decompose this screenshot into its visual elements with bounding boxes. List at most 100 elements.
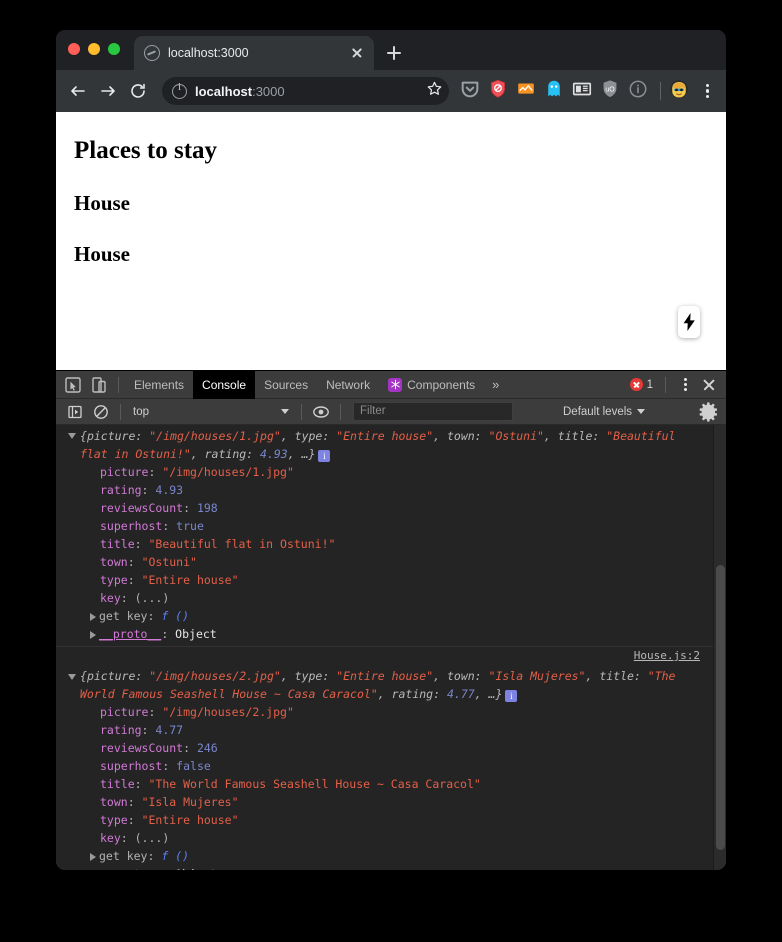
devtools-tab-elements[interactable]: Elements (125, 371, 193, 399)
info-circle-icon[interactable] (172, 82, 187, 99)
console-property-row: title: "The World Famous Seashell House … (100, 777, 481, 791)
console-entry[interactable]: {picture: "/img/houses/1.jpg", type: "En… (56, 425, 726, 647)
inspect-element-icon[interactable] (60, 372, 86, 398)
devtools-tab-label: Components (407, 377, 476, 392)
expand-triangle-icon[interactable] (90, 853, 96, 861)
profile-avatar-icon[interactable] (668, 78, 694, 104)
console-proto-row[interactable]: __proto__: Object (56, 865, 726, 870)
window-traffic-lights (68, 30, 120, 70)
kebab-menu-icon[interactable] (674, 372, 696, 398)
console-getter-row[interactable]: get key: f () (56, 607, 726, 625)
gear-icon[interactable] (698, 401, 720, 423)
console-property-row: superhost: false (100, 759, 211, 773)
browser-tab-localhost[interactable]: localhost:3000 (134, 36, 374, 70)
info-badge-icon[interactable]: i (318, 450, 331, 462)
devtools-tab-label: Network (326, 377, 371, 392)
console-getter-row[interactable]: get key: f () (56, 847, 726, 865)
console-property-row: key: (...) (100, 591, 170, 605)
reload-icon[interactable] (124, 77, 152, 105)
console-output[interactable]: {picture: "/img/houses/1.jpg", type: "En… (56, 425, 726, 870)
ublock-origin-icon[interactable]: uO (599, 78, 625, 104)
url-host: localhost (195, 83, 253, 99)
console-property-row: key: (...) (100, 831, 170, 845)
console-property-row: town: "Ostuni" (100, 555, 197, 569)
toolbar-divider (340, 403, 341, 420)
console-scrollbar-thumb[interactable] (716, 565, 725, 850)
expand-triangle-icon[interactable] (68, 433, 76, 439)
console-property-row: town: "Isla Mujeres" (100, 795, 239, 809)
device-toolbar-icon[interactable] (86, 372, 112, 398)
address-bar-url: localhost:3000 (195, 84, 285, 99)
error-count: 1 (646, 378, 653, 391)
console-source-link[interactable]: House.js:2 (634, 649, 700, 662)
arrow-left-icon[interactable] (64, 77, 92, 105)
reader-card-icon[interactable] (571, 78, 597, 104)
console-object-preview: {picture: "/img/houses/1.jpg", type: "En… (80, 429, 676, 462)
page-viewport: Places to stay House House (56, 112, 726, 370)
error-count-badge[interactable]: 1 (626, 378, 657, 391)
address-bar[interactable]: localhost:3000 (162, 77, 449, 105)
pocket-icon[interactable] (459, 78, 485, 104)
svg-text:uO: uO (605, 86, 615, 93)
devtools-tab-sources[interactable]: Sources (255, 371, 317, 399)
toolbar-divider (665, 376, 666, 393)
console-sidebar-icon[interactable] (62, 399, 88, 425)
console-property-row: superhost: true (100, 519, 204, 533)
plus-icon[interactable] (380, 39, 408, 67)
console-property-row: reviewsCount: 198 (100, 501, 218, 515)
toolbar-divider (118, 376, 119, 393)
minimize-window-button[interactable] (88, 43, 100, 55)
devtools-tab-components[interactable]: Components (379, 371, 484, 399)
house-heading-2: House (74, 242, 131, 266)
devtools-tab-bar: Elements Console Sources Network Compone… (56, 370, 726, 399)
expand-triangle-icon[interactable] (90, 631, 96, 639)
console-filter-input[interactable]: Filter (353, 402, 513, 421)
console-context-value: top (133, 405, 149, 418)
error-circle-icon (629, 378, 643, 391)
lightning-bolt-icon[interactable] (678, 306, 700, 338)
expand-triangle-icon[interactable] (90, 613, 96, 621)
globe-icon (144, 45, 160, 61)
console-log-levels-value: Default levels (563, 405, 633, 418)
close-icon[interactable] (348, 44, 366, 62)
console-property-row: title: "Beautiful flat in Ostuni!" (100, 537, 336, 551)
browser-toolbar: localhost:3000 uO (56, 70, 726, 112)
close-window-button[interactable] (68, 43, 80, 55)
info-badge-icon[interactable]: i (505, 690, 518, 702)
shield-blocker-icon[interactable] (487, 78, 513, 104)
console-context-select[interactable]: top (127, 406, 295, 418)
info-extension-icon[interactable] (627, 78, 653, 104)
expand-triangle-icon[interactable] (68, 674, 76, 680)
console-property-row: picture: "/img/houses/2.jpg" (100, 705, 294, 719)
chart-extension-icon[interactable] (515, 78, 541, 104)
browser-tab-title: localhost:3000 (168, 46, 249, 60)
console-proto-row[interactable]: __proto__: Object (56, 625, 726, 643)
devtools-tab-label: Console (202, 377, 247, 392)
kebab-menu-icon[interactable] (696, 78, 718, 104)
close-icon[interactable] (698, 374, 720, 396)
star-icon[interactable] (426, 80, 443, 102)
toolbar-divider (660, 82, 661, 100)
chevron-double-right-icon[interactable]: » (484, 377, 507, 392)
maximize-window-button[interactable] (108, 43, 120, 55)
devtools-tab-console[interactable]: Console (193, 370, 256, 399)
devtools-tab-label: Elements (134, 377, 185, 392)
console-log-levels-select[interactable]: Default levels (563, 405, 646, 418)
arrow-right-icon[interactable] (94, 77, 122, 105)
console-property-row: type: "Entire house" (100, 573, 239, 587)
clear-console-icon[interactable] (88, 399, 114, 425)
devtools-panel: Elements Console Sources Network Compone… (56, 370, 726, 870)
devtools-toolbar-right: 1 (626, 372, 726, 398)
console-property-row: picture: "/img/houses/1.jpg" (100, 465, 294, 479)
console-property-row: reviewsCount: 246 (100, 741, 218, 755)
console-filter-bar: top Filter Default levels (56, 399, 726, 425)
console-scrollbar[interactable] (713, 425, 726, 870)
toolbar-divider (301, 403, 302, 420)
components-icon (388, 377, 403, 392)
console-entry[interactable]: House.js:2 {picture: "/img/houses/2.jpg"… (56, 647, 726, 870)
devtools-tab-label: Sources (264, 377, 309, 392)
ghostery-icon[interactable] (543, 78, 569, 104)
console-property-row: rating: 4.93 (100, 483, 184, 497)
live-expression-icon[interactable] (308, 399, 334, 425)
devtools-tab-network[interactable]: Network (317, 371, 379, 399)
